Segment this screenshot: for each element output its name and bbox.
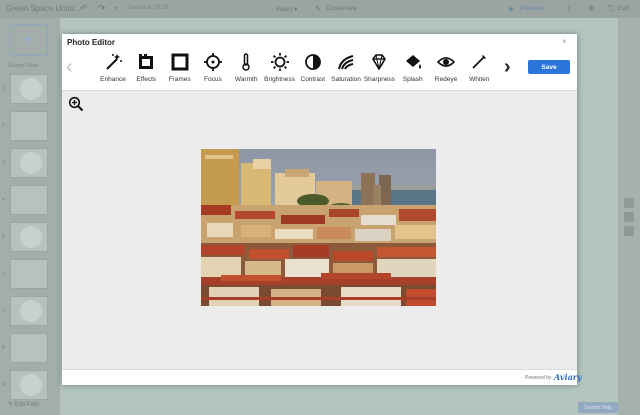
- slide-thumbnail[interactable]: [10, 111, 48, 141]
- rail-zoom-icon[interactable]: [624, 212, 634, 222]
- customize-icon: ✎: [315, 6, 321, 13]
- slide-circle: [20, 374, 42, 396]
- save-button[interactable]: Save: [528, 60, 570, 74]
- redo-icon[interactable]: ↷: [98, 3, 106, 14]
- app-title: Green Space Unito...: [6, 4, 81, 13]
- share-icon[interactable]: ⇪: [566, 4, 573, 13]
- tool-whiten[interactable]: Whiten: [459, 52, 499, 86]
- close-icon[interactable]: ×: [562, 37, 567, 46]
- add-start-button[interactable]: +: [10, 24, 48, 56]
- edit-path-button[interactable]: ✎ Edit Path: [8, 401, 39, 408]
- play-icon: ▶: [509, 6, 515, 13]
- dialog-title: Photo Editor: [67, 38, 115, 47]
- rail-down-icon[interactable]: [624, 226, 634, 236]
- crosshair-icon: [203, 53, 222, 71]
- eye-icon: [436, 57, 456, 67]
- saved-status: Saved at 10:52: [128, 5, 169, 11]
- slide-thumbnail[interactable]: [10, 185, 48, 215]
- slide-circle: [20, 152, 42, 174]
- slide-thumbnail[interactable]: [10, 148, 48, 178]
- exit-icon[interactable]: ⎋: [608, 4, 614, 14]
- tool-label: Whiten: [469, 76, 490, 83]
- preview-button[interactable]: Preview: [520, 5, 543, 12]
- previous-tools-icon[interactable]: ‹: [66, 56, 73, 79]
- slide-number: 8: [2, 345, 5, 351]
- exit-button[interactable]: Exit: [618, 5, 629, 12]
- slide-thumbnail[interactable]: [10, 333, 48, 363]
- edited-photo[interactable]: [201, 149, 436, 306]
- help-button[interactable]: Search Help: [578, 402, 618, 413]
- slide-thumbnail[interactable]: [10, 222, 48, 252]
- slide-thumbnail[interactable]: [10, 259, 48, 289]
- slide-number: 2: [2, 123, 5, 129]
- slide-circle: [20, 226, 42, 248]
- contrast-icon: [304, 54, 321, 70]
- slides-sidebar: + Started Flows 1 2 3 4 5 6 7 8 9 ✎ Edit Path: [0, 18, 60, 415]
- splash-icon: [405, 55, 421, 69]
- slide-thumbnail[interactable]: [10, 296, 48, 326]
- film-icon: [139, 54, 154, 69]
- slide-circle: [20, 300, 42, 322]
- start-label: Started Flows: [8, 63, 39, 69]
- diamond-icon: [372, 54, 387, 71]
- slide-number: 9: [2, 382, 5, 388]
- saturation-icon: [338, 55, 354, 70]
- brush-icon: [472, 55, 487, 69]
- thermometer-icon: [242, 53, 250, 71]
- frame-icon: [171, 53, 189, 71]
- magic-wand-icon: [106, 54, 122, 70]
- next-tools-icon[interactable]: ›: [504, 56, 511, 79]
- slide-number: 3: [2, 160, 5, 166]
- slide-number: 7: [2, 308, 5, 314]
- settings-gear-icon[interactable]: ⚙: [588, 4, 595, 13]
- sun-icon: [270, 53, 289, 71]
- photo-editor-dialog: Photo Editor × ‹ Enhance Effects Frames Foc…: [62, 34, 582, 385]
- rail-up-icon[interactable]: [624, 198, 634, 208]
- plus-icon: +: [23, 28, 35, 51]
- aviary-logo[interactable]: Aviary: [554, 372, 582, 382]
- slide-number: 1: [2, 86, 5, 92]
- insert-label: Insert: [276, 6, 293, 13]
- editor-footer: Powered by Aviary: [62, 369, 582, 385]
- powered-by-label: Powered by: [525, 375, 552, 381]
- app-topbar: Green Space Unito... ↶ ↷ ▪ Saved at 10:5…: [0, 0, 640, 18]
- zoom-in-icon[interactable]: [68, 96, 84, 112]
- undo-icon[interactable]: ↶: [80, 3, 88, 14]
- slide-number: 4: [2, 197, 5, 203]
- slide-number: 6: [2, 271, 5, 277]
- slide-thumbnail[interactable]: [10, 74, 48, 104]
- slide-number: 5: [2, 234, 5, 240]
- editor-toolbar: Photo Editor × ‹ Enhance Effects Frames Foc…: [62, 34, 577, 91]
- edit-path-label: Edit Path: [14, 402, 40, 408]
- insert-menu[interactable]: Insert ▾: [276, 5, 297, 13]
- slide-thumbnail[interactable]: [10, 370, 48, 400]
- right-rail: [618, 18, 640, 415]
- slide-circle: [20, 78, 42, 100]
- save-disk-icon[interactable]: ▪: [115, 5, 117, 12]
- customize-button[interactable]: Customize: [326, 5, 357, 12]
